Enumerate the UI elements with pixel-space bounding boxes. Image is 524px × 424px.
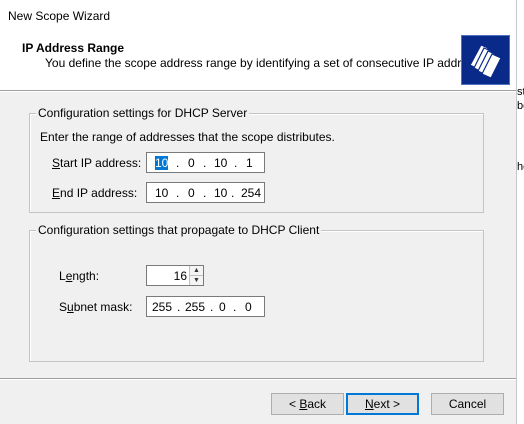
next-button[interactable]: Next > [346, 393, 419, 415]
end-ip-dot: . [203, 186, 207, 200]
start-ip-dot: . [176, 156, 180, 170]
start-ip-octet-4[interactable]: 1 [246, 156, 253, 170]
header-divider [0, 91, 516, 92]
server-settings-legend: Configuration settings for DHCP Server [36, 106, 250, 120]
page-subtitle: You define the scope address range by id… [45, 56, 496, 70]
length-value[interactable]: 16 [174, 269, 187, 283]
length-label: Length: [59, 269, 100, 283]
client-settings-legend: Configuration settings that propagate to… [36, 223, 322, 237]
end-ip-octet-3[interactable]: 10 [214, 186, 227, 200]
subnet-mask-input[interactable]: 255 . 255 . 0 . 0 [146, 296, 265, 317]
start-ip-dot: . [203, 156, 207, 170]
subnet-dot: . [177, 300, 181, 314]
start-ip-input[interactable]: 10 . 0 . 10 . 1 [146, 152, 265, 173]
cancel-button[interactable]: Cancel [431, 393, 504, 415]
back-button[interactable]: < Back [271, 393, 344, 415]
subnet-mask-label: Subnet mask: [59, 300, 133, 314]
spin-down-icon[interactable]: ▼ [190, 276, 203, 285]
subnet-octet-3[interactable]: 0 [219, 300, 226, 314]
end-ip-octet-2[interactable]: 0 [188, 186, 195, 200]
end-ip-octet-1[interactable]: 10 [155, 186, 168, 200]
length-spin-buttons[interactable]: ▲ ▼ [189, 266, 203, 285]
end-ip-input[interactable]: 10 . 0 . 10 . 254 [146, 182, 265, 203]
new-scope-wizard-window: New Scope Wizard IP Address Range You de… [0, 0, 517, 424]
subnet-octet-2[interactable]: 255 [185, 300, 205, 314]
range-instruction: Enter the range of addresses that the sc… [40, 130, 335, 144]
window-title: New Scope Wizard [8, 9, 111, 23]
spin-up-icon[interactable]: ▲ [190, 266, 203, 276]
start-ip-octet-2[interactable]: 0 [188, 156, 195, 170]
page-title: IP Address Range [22, 41, 125, 55]
title-bar: New Scope Wizard [0, 0, 516, 32]
start-ip-dot: . [234, 156, 238, 170]
footer-divider-highlight [0, 379, 516, 380]
wizard-header: IP Address Range You define the scope ad… [0, 32, 516, 91]
background-text: be [517, 100, 524, 112]
end-ip-label: End IP address: [52, 186, 138, 200]
start-ip-octet-1[interactable]: 10 [155, 156, 169, 170]
subnet-octet-4[interactable]: 0 [245, 300, 252, 314]
end-ip-dot: . [231, 186, 235, 200]
subnet-octet-1[interactable]: 255 [152, 300, 172, 314]
background-text: he [517, 161, 524, 173]
background-window: st be he [517, 0, 524, 424]
server-settings-group: Configuration settings for DHCP Server E… [29, 106, 484, 213]
start-ip-label: Start IP address: [52, 156, 142, 170]
background-text: st [517, 86, 524, 98]
folders-icon [461, 35, 510, 85]
length-stepper[interactable]: 16 ▲ ▼ [146, 265, 204, 286]
client-settings-group: Configuration settings that propagate to… [29, 223, 484, 362]
subnet-dot: . [233, 300, 237, 314]
end-ip-dot: . [176, 186, 180, 200]
subnet-dot: . [210, 300, 214, 314]
end-ip-octet-4[interactable]: 254 [241, 186, 261, 200]
start-ip-octet-3[interactable]: 10 [214, 156, 227, 170]
